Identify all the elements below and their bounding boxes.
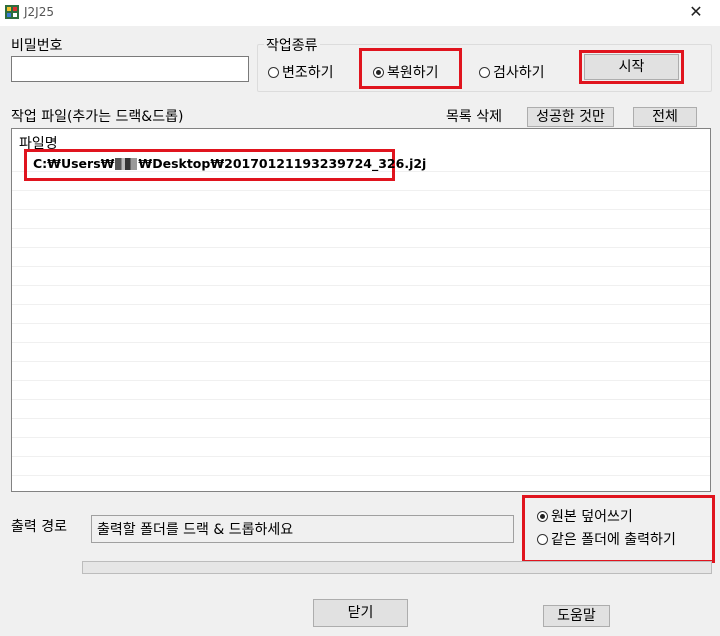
delete-list-label: 목록 삭제: [446, 109, 502, 125]
radio-restore[interactable]: 복원하기: [373, 62, 439, 82]
task-type-label: 작업종류: [264, 35, 320, 55]
file-path-prefix: C:₩Users₩: [33, 156, 115, 171]
app-icon: [5, 5, 19, 19]
radio-restore-label: 복원하기: [387, 65, 439, 81]
radio-tamper[interactable]: 변조하기: [268, 62, 334, 82]
radio-tamper-label: 변조하기: [282, 65, 334, 81]
output-path-field[interactable]: 출력할 폴더를 드랙 & 드롭하세요: [91, 515, 514, 543]
delete-all-button[interactable]: 전체: [633, 107, 697, 127]
password-label: 비밀번호: [11, 38, 63, 54]
radio-same-folder[interactable]: 같은 폴더에 출력하기: [537, 529, 676, 549]
radio-overwrite[interactable]: 원본 덮어쓰기: [537, 506, 633, 526]
window-title: J2J25: [24, 5, 54, 19]
delete-success-button[interactable]: 성공한 것만: [527, 107, 614, 127]
help-button[interactable]: 도움말: [543, 605, 610, 627]
table-row[interactable]: C:₩Users₩ ₩Desktop₩20170121193239724_326…: [33, 156, 426, 171]
password-input[interactable]: [11, 56, 249, 82]
close-window-button[interactable]: ✕: [683, 2, 709, 22]
radio-check-label: 검사하기: [493, 65, 545, 81]
radio-button-icon: [537, 533, 548, 545]
file-path-suffix: ₩Desktop₩20170121193239724_326.j2j: [138, 156, 427, 171]
radio-button-icon: [268, 66, 279, 78]
radio-same-folder-label: 같은 폴더에 출력하기: [551, 532, 676, 548]
start-button[interactable]: 시작: [584, 54, 679, 80]
title-bar: [0, 0, 720, 26]
file-list[interactable]: 파일명: [11, 128, 711, 492]
radio-button-icon: [479, 66, 490, 78]
radio-selected-icon: [373, 66, 384, 78]
redacted-username-icon: [115, 157, 138, 170]
close-button[interactable]: 닫기: [313, 599, 408, 627]
file-list-caption: 작업 파일(추가는 드랙&드롭): [11, 109, 184, 125]
radio-check[interactable]: 검사하기: [479, 62, 545, 82]
output-path-label: 출력 경로: [11, 519, 67, 535]
radio-selected-icon: [537, 510, 548, 522]
radio-overwrite-label: 원본 덮어쓰기: [551, 509, 633, 525]
progress-bar: [82, 561, 712, 574]
